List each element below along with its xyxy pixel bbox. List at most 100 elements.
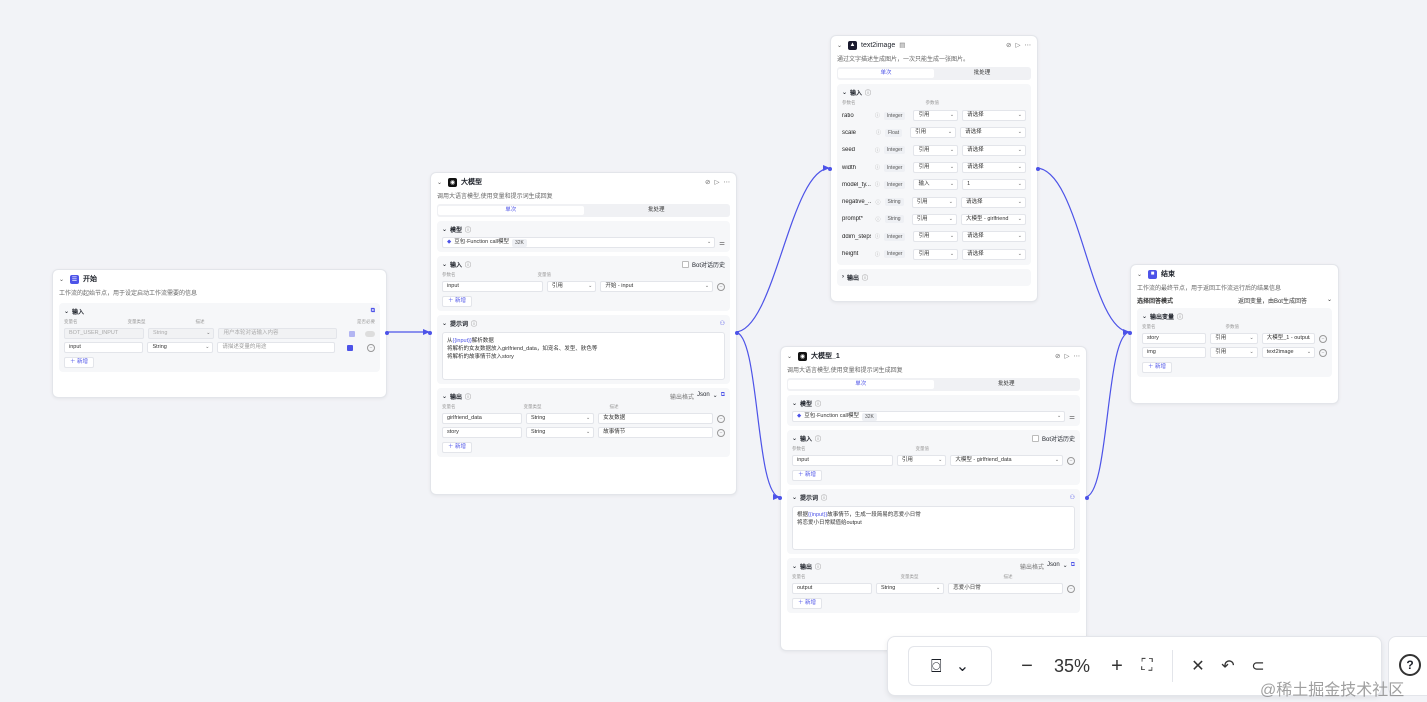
value-ref-select[interactable]: 请选择 ⌄ [962,248,1026,260]
value-ref-select[interactable]: 请选择 ⌄ [962,231,1026,243]
value-ref-select[interactable]: 请选择 ⌄ [962,110,1026,122]
text2image-input-port[interactable] [828,167,832,171]
zoom-level[interactable]: 35% [1042,656,1102,677]
llm-node[interactable]: ⌄ ◉ 大模型 ⊘ ▷ ⋯ 调用大语言模型,使用变量和提示词生成回复 单次 批处理 … [428,172,739,495]
collapse-chevron-icon[interactable]: ⌄ [1137,271,1144,278]
llm1-output-port[interactable] [1085,496,1089,500]
collapse-chevron-icon[interactable]: ⌄ [792,400,797,407]
var-desc-field[interactable]: 请描述变量的用途 [217,342,336,353]
llm-output-port[interactable] [735,331,739,335]
value-mode-select[interactable]: 引用 ⌄ [911,213,957,225]
end-input-port[interactable] [1128,331,1132,335]
model-select[interactable]: ◆ 豆包·Function call模型 32K ⌄ [442,237,716,248]
value-ref-select[interactable]: 1 ⌄ [962,179,1026,191]
bot-history-toggle[interactable]: Bot对话历史 [1031,434,1075,443]
tab-single[interactable]: 单次 [438,206,584,215]
run-icon[interactable]: ▷ [715,178,720,186]
auto-layout-button[interactable]: ⊂ [1243,656,1273,676]
var-name-field[interactable]: output [792,583,872,594]
value-ref-select[interactable]: 请选择 ⌄ [962,144,1026,156]
collapse-chevron-icon[interactable]: ⌄ [64,308,69,315]
collapse-chevron-icon[interactable]: ⌄ [837,42,844,49]
llm1-node[interactable]: ⌄ ◉ 大模型_1 ⊘ ▷ ⋯ 调用大语言模型,使用变量和提示词生成回复 单次 批处… [778,346,1089,651]
more-icon[interactable]: ⋯ [1074,352,1081,360]
collapse-chevron-icon[interactable]: ⌄ [792,563,797,570]
zoom-out-button[interactable]: − [1012,655,1042,678]
param-name-field[interactable]: input [442,281,543,292]
add-output-button[interactable]: ＋ 新增 [1142,362,1173,373]
zoom-in-button[interactable]: + [1102,655,1132,678]
var-type-select[interactable]: String ⌄ [875,583,945,594]
add-output-button[interactable]: ＋ 新增 [792,598,823,609]
tab-batch[interactable]: 批处理 [934,380,1080,389]
remove-icon[interactable]: − [1319,334,1328,343]
prompt-editor[interactable]: 从{{input}}解析数据 将解析的女友数据放入girlfriend_data… [442,332,725,380]
value-mode-select[interactable]: 引用 ⌄ [896,455,947,466]
value-ref-select[interactable]: 请选择 ⌄ [960,127,1026,139]
tab-single[interactable]: 单次 [838,69,934,78]
remove-icon[interactable]: − [717,414,725,423]
fit-view-button[interactable]: ⛶ [1132,657,1162,675]
value-mode-select[interactable]: 引用 ⌄ [911,196,957,208]
remove-icon[interactable]: − [717,428,725,437]
value-mode-select[interactable]: 引用 ⌄ [913,110,959,122]
var-type-select[interactable]: String ⌄ [525,427,595,438]
more-icon[interactable]: ⋯ [1025,41,1032,49]
run-icon[interactable]: ▷ [1065,352,1070,360]
interaction-mode-select[interactable]: ⌼ ⌄ [908,646,992,686]
model-settings-icon[interactable]: ⚌ [1069,413,1075,421]
value-mode-select[interactable]: 引用 ⌄ [1210,347,1258,358]
output-format[interactable]: 输出格式 Json ⌄ ⧉ [670,392,725,401]
add-input-button[interactable]: ＋ 新增 [792,470,823,481]
remove-icon[interactable]: − [717,282,725,291]
value-ref-select[interactable]: text2image ⌄ [1261,347,1316,358]
collapse-chevron-icon[interactable]: ⌄ [442,393,447,400]
start-output-port[interactable] [385,331,389,335]
edit-icon[interactable]: ⧉ [1071,562,1075,571]
answer-mode-select[interactable]: 返回变量，由Bot生成回答 ⌄ [1238,296,1332,305]
add-input-button[interactable]: ＋ 新增 [442,296,473,307]
var-name-field[interactable]: story [442,427,522,438]
add-input-button[interactable]: ＋ 新增 [64,357,95,368]
value-ref-select[interactable]: 大模型 - girlfriend ⌄ [960,213,1026,225]
collapse-chevron-icon[interactable]: ⌄ [792,435,797,442]
edit-icon[interactable]: ⧉ [721,392,725,401]
var-desc-field[interactable]: 恋爱小日常 [948,583,1064,594]
var-desc-field[interactable]: 故事情节 [598,427,714,438]
value-mode-select[interactable]: 输入 ⌄ [913,179,959,191]
model-settings-icon[interactable]: ⚌ [719,239,725,247]
var-name-field[interactable]: girlfriend_data [442,413,522,424]
debug-icon[interactable]: ⊘ [705,178,710,186]
collapse-chevron-icon[interactable]: › [842,274,844,280]
collapse-all-button[interactable]: ✕ [1183,656,1213,676]
remove-icon[interactable]: − [1067,584,1075,593]
more-icon[interactable]: ⋯ [724,178,731,186]
collapse-chevron-icon[interactable]: ⌄ [1142,313,1147,320]
run-icon[interactable]: ▷ [1016,41,1021,49]
value-mode-select[interactable]: 引用 ⌄ [1210,333,1258,344]
value-mode-select[interactable]: 引用 ⌄ [913,231,959,243]
text2image-node[interactable]: ⌄ ▲ text2image ▤ ⊘ ▷ ⋯ 通过文字描述生成图片，一次只能生成一张… [828,35,1040,302]
undo-button[interactable]: ↶ [1213,656,1243,676]
prompt-user-icon[interactable]: ⚇ [720,320,725,327]
bot-history-toggle[interactable]: Bot对话历史 [681,260,725,269]
remove-icon[interactable]: − [367,343,375,352]
collapse-chevron-icon[interactable]: ⌄ [437,179,444,186]
tab-batch[interactable]: 批处理 [584,206,730,215]
var-name-field[interactable]: story [1142,333,1207,344]
var-desc-field[interactable]: 女友数据 [598,413,714,424]
value-ref-select[interactable]: 大模型_1 - output ⌄ [1261,333,1316,344]
llm1-input-port[interactable] [778,496,782,500]
collapse-chevron-icon[interactable]: ⌄ [842,89,847,96]
value-ref-select[interactable]: 请选择 ⌄ [960,196,1026,208]
tab-batch[interactable]: 批处理 [934,69,1030,78]
param-name-field[interactable]: input [792,455,893,466]
output-format[interactable]: 输出格式 Json ⌄ ⧉ [1020,562,1075,571]
value-mode-select[interactable]: 引用 ⌄ [913,248,959,260]
tab-single[interactable]: 单次 [788,380,934,389]
debug-icon[interactable]: ⊘ [1055,352,1060,360]
edit-icon[interactable]: ⧉ [371,308,375,315]
debug-icon[interactable]: ⊘ [1006,41,1011,49]
value-mode-select[interactable]: 引用 ⌄ [546,281,597,292]
var-name-field[interactable]: img [1142,347,1207,358]
